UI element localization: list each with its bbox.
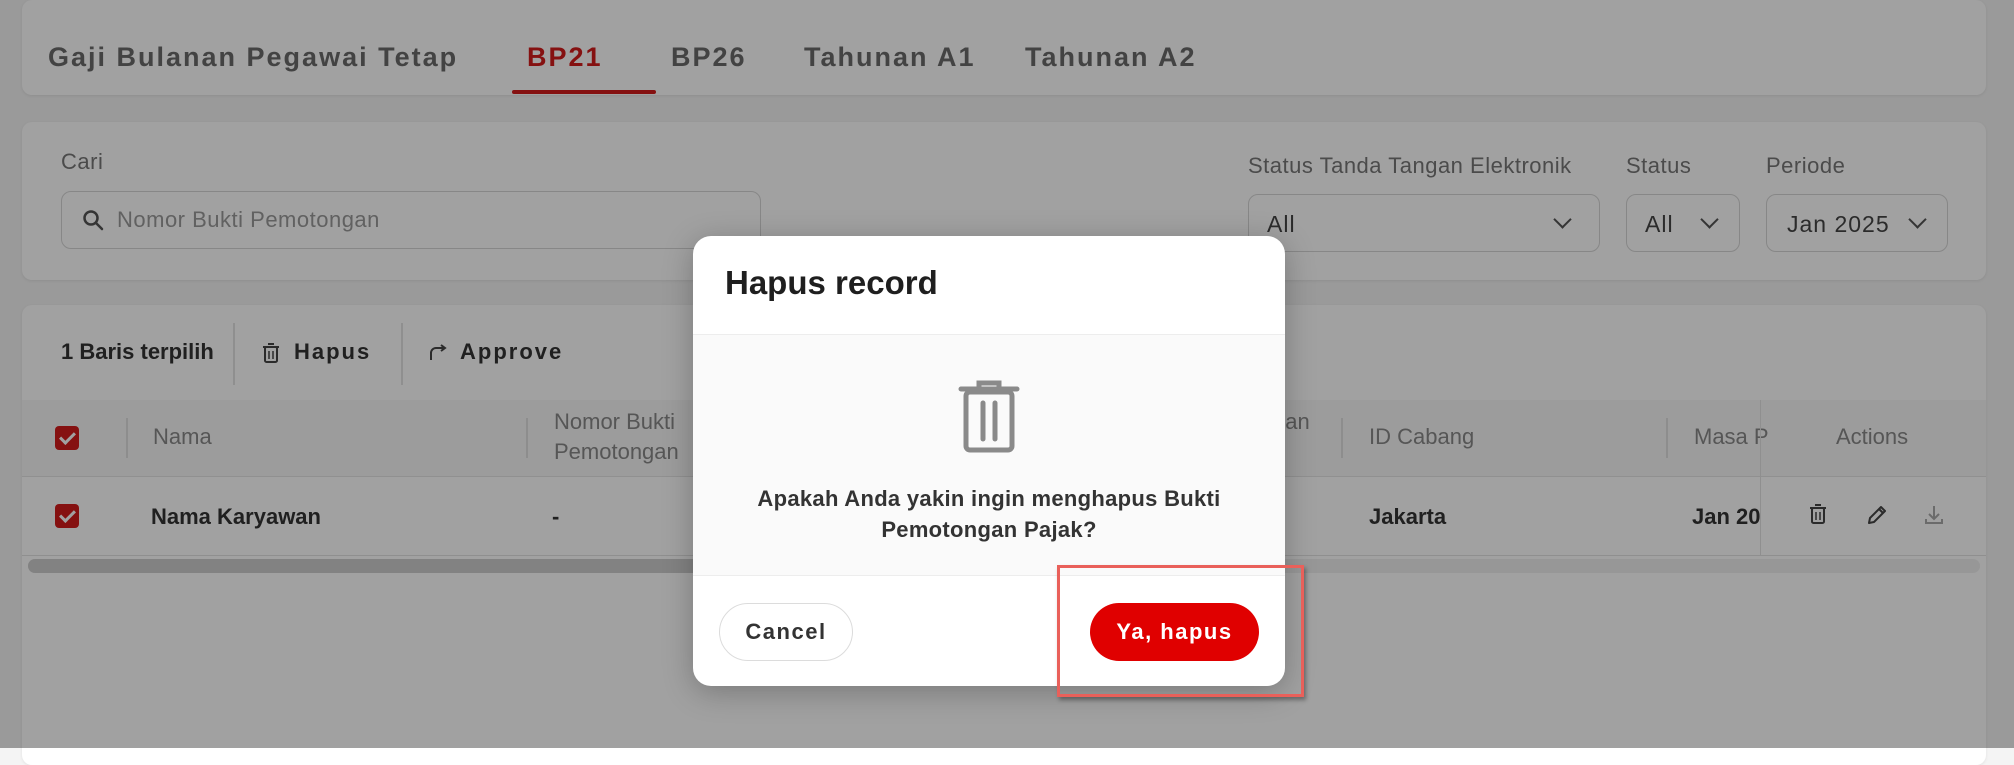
cancel-button[interactable]: Cancel	[719, 603, 853, 661]
highlight-box	[1057, 565, 1304, 697]
dialog-body: Apakah Anda yakin ingin menghapus Bukti …	[693, 334, 1285, 576]
dialog-message: Apakah Anda yakin ingin menghapus Bukti …	[757, 486, 1221, 542]
dialog-title: Hapus record	[725, 264, 938, 301]
trash-icon	[958, 380, 1020, 453]
